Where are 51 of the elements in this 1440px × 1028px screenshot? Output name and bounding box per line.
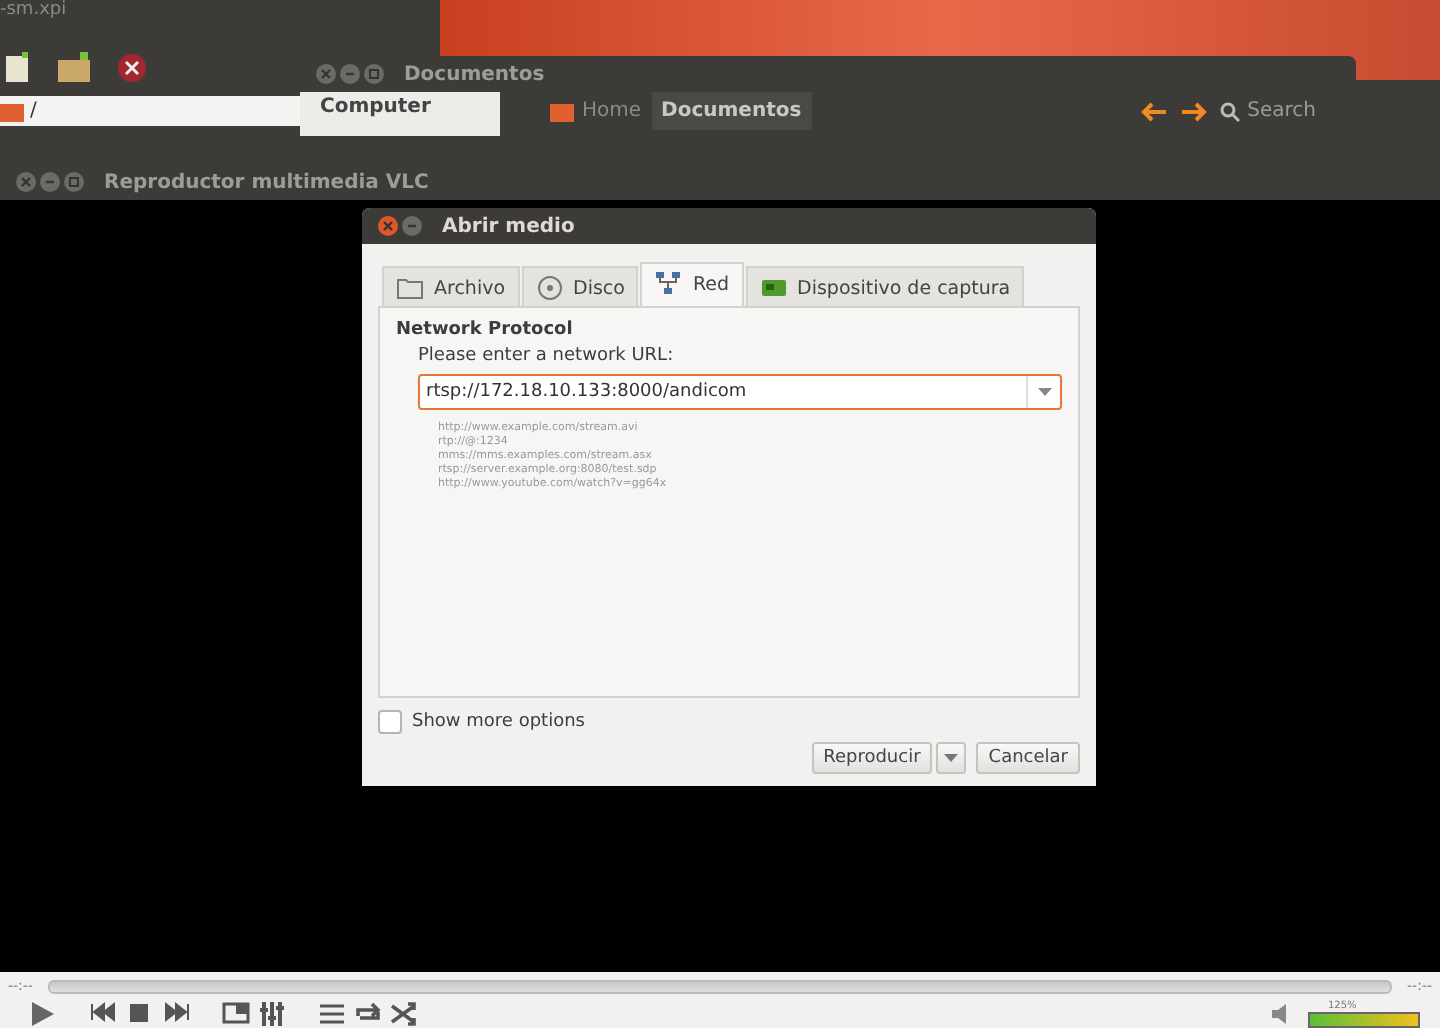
shuffle-icon: [390, 1000, 418, 1028]
speaker-icon[interactable]: [1272, 1004, 1292, 1024]
dropdown-caret-icon[interactable]: [944, 754, 959, 762]
equalizer-button[interactable]: [256, 1000, 288, 1028]
minimize-icon[interactable]: [340, 64, 360, 84]
stop-icon: [126, 1000, 154, 1028]
checkbox-label: Show more options: [412, 712, 585, 732]
tab[interactable]: Archivo: [382, 266, 520, 308]
dropdown-button[interactable]: [936, 742, 967, 774]
dropdown-caret-icon[interactable]: [1037, 388, 1051, 396]
previous-icon: [90, 1000, 118, 1028]
next-icon: [162, 1000, 190, 1028]
search-icon[interactable]: [1219, 101, 1240, 121]
minimize-icon[interactable]: [402, 216, 422, 236]
path-text: /: [30, 100, 37, 122]
disc-icon: [535, 274, 564, 302]
previous-button[interactable]: [88, 1000, 120, 1028]
breadcrumb[interactable]: Documentos: [651, 92, 812, 130]
tab[interactable]: Dispositivo de captura: [745, 266, 1025, 308]
play-icon: [26, 1000, 58, 1028]
play-button[interactable]: Reproducir: [811, 742, 933, 774]
url-field[interactable]: rtsp://172.18.10.133:8000/andicom: [418, 374, 1062, 410]
file-icon[interactable]: [4, 52, 32, 84]
fullscreen-icon: [222, 1000, 250, 1028]
section-title: Network Protocol: [396, 320, 575, 340]
fullscreen-button[interactable]: [220, 1000, 252, 1028]
close-icon[interactable]: [116, 52, 148, 84]
back-arrow-icon[interactable]: [1139, 101, 1168, 121]
tab[interactable]: Disco: [521, 266, 639, 308]
minimize-icon[interactable]: [40, 172, 60, 192]
field-label: Please enter a network URL:: [418, 346, 676, 366]
search-button[interactable]: Search: [1219, 100, 1316, 122]
path-field[interactable]: /: [0, 96, 300, 126]
equalizer-icon: [258, 1000, 286, 1028]
tab[interactable]: Red: [640, 262, 744, 308]
maximize-icon[interactable]: [364, 64, 384, 84]
network-icon: [654, 270, 683, 298]
cancel-button[interactable]: Cancelar: [976, 742, 1080, 774]
sidebar-item[interactable]: Computer: [300, 92, 500, 136]
shuffle-button[interactable]: [388, 1000, 420, 1028]
window-title: Reproductor multimedia VLC: [104, 171, 429, 193]
window-title: -sm.xpi: [0, 0, 69, 22]
window-title: Documentos: [404, 63, 545, 85]
dialog-title: Abrir medio: [442, 215, 575, 237]
capture-card-icon: [759, 274, 788, 302]
forward-arrow-icon[interactable]: [1179, 101, 1208, 121]
maximize-icon[interactable]: [64, 172, 84, 192]
checkbox[interactable]: [378, 710, 402, 734]
playlist-icon: [318, 1000, 346, 1028]
next-button[interactable]: [160, 1000, 192, 1028]
playlist-button[interactable]: [316, 1000, 348, 1028]
